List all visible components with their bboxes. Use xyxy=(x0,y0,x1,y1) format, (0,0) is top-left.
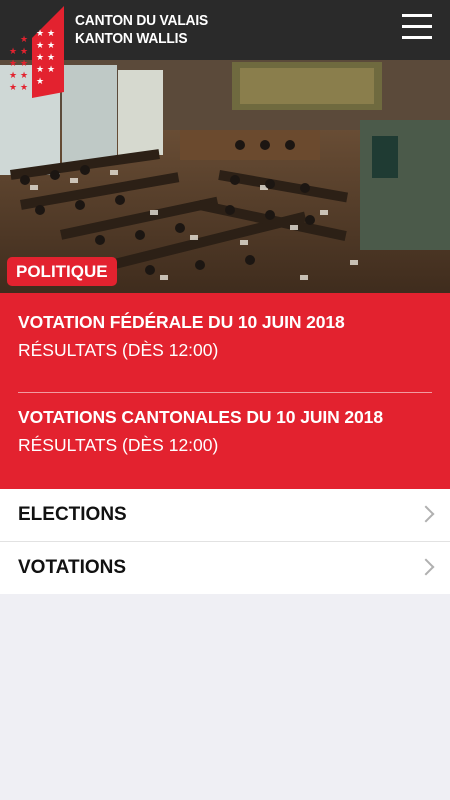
chevron-right-icon xyxy=(417,505,435,523)
svg-text:★: ★ xyxy=(36,77,44,87)
svg-text:★: ★ xyxy=(36,29,44,39)
list-item-label: VOTATIONS xyxy=(18,557,127,578)
svg-text:★: ★ xyxy=(20,59,28,69)
svg-text:★: ★ xyxy=(9,83,17,93)
hamburger-menu-icon[interactable] xyxy=(402,14,432,44)
vote-subtitle: RÉSULTATS (DÈS 12:00) xyxy=(18,435,219,455)
svg-text:★: ★ xyxy=(20,83,28,93)
svg-text:★: ★ xyxy=(20,35,28,45)
vote-subtitle: RÉSULTATS (DÈS 12:00) xyxy=(18,340,219,360)
svg-text:★: ★ xyxy=(9,71,17,81)
svg-text:★: ★ xyxy=(47,65,55,75)
svg-text:★: ★ xyxy=(36,53,44,63)
svg-text:★: ★ xyxy=(20,47,28,57)
list-item-elections[interactable]: ELECTIONS xyxy=(0,489,450,541)
svg-text:★: ★ xyxy=(9,59,17,69)
svg-text:★: ★ xyxy=(36,41,44,51)
svg-text:★: ★ xyxy=(20,71,28,81)
app-header: ★ ★ ★ ★ ★ ★ ★ ★ ★ ★ ★ ★ ★ ★ ★ ★ ★ ★ CANTON DU VA… xyxy=(0,0,450,98)
vote-title: VOTATIONS CANTONALES DU 10 JUIN 2018 xyxy=(18,407,383,427)
svg-text:★: ★ xyxy=(36,65,44,75)
list-item-votations[interactable]: VOTATIONS xyxy=(0,541,450,594)
svg-text:★: ★ xyxy=(47,41,55,51)
brand-line-1: CANTON DU VALAIS xyxy=(75,12,209,29)
chevron-right-icon xyxy=(417,558,435,576)
vote-item-cantonal[interactable]: VOTATIONS CANTONALES DU 10 JUIN 2018 RÉS… xyxy=(18,392,432,489)
navigation-list: ELECTIONS VOTATIONS xyxy=(0,489,450,594)
brand-line-2: KANTON WALLIS xyxy=(75,29,188,47)
votes-section: VOTATION FÉDÉRALE DU 10 JUIN 2018 RÉSULT… xyxy=(0,296,450,489)
svg-text:★: ★ xyxy=(47,53,55,63)
valais-flag-icon[interactable]: ★ ★ ★ ★ ★ ★ ★ ★ ★ ★ ★ ★ ★ ★ ★ ★ ★ ★ xyxy=(0,0,70,100)
category-tag[interactable]: POLITIQUE xyxy=(7,257,117,286)
brand-title: CANTON DU VALAIS KANTON WALLIS xyxy=(75,12,208,47)
list-item-label: ELECTIONS xyxy=(18,504,127,525)
vote-title: VOTATION FÉDÉRALE DU 10 JUIN 2018 xyxy=(18,312,345,332)
vote-item-federal[interactable]: VOTATION FÉDÉRALE DU 10 JUIN 2018 RÉSULT… xyxy=(18,296,432,392)
svg-text:★: ★ xyxy=(47,29,55,39)
svg-text:★: ★ xyxy=(9,47,17,57)
